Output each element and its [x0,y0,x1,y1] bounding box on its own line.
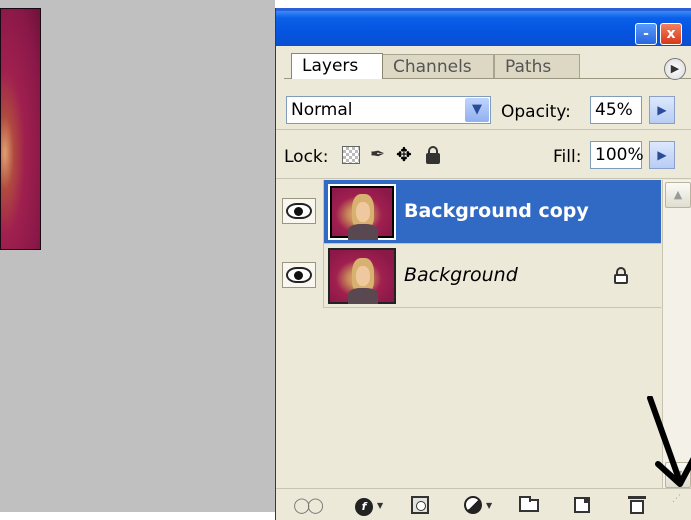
blend-mode-value: Normal [291,100,353,120]
tab-channels[interactable]: Channels [382,54,494,78]
visibility-toggle[interactable] [276,244,324,308]
visibility-toggle[interactable] [276,180,324,244]
new-layer-icon[interactable] [571,495,593,515]
close-button[interactable]: x [660,23,682,45]
opacity-slider-button[interactable]: ▶ [649,96,675,124]
add-layer-style-icon[interactable]: f [353,495,375,516]
add-layer-mask-icon[interactable] [409,495,431,515]
fill-slider-button[interactable]: ▶ [649,141,675,169]
minimize-button[interactable]: - [635,23,657,45]
layer-name[interactable]: Background copy [404,200,589,222]
lock-label: Lock: [284,147,329,167]
document-canvas-area[interactable] [0,0,275,520]
fill-label: Fill: [553,147,582,167]
new-group-icon[interactable] [518,495,540,515]
link-layers-icon[interactable]: ◯◯ [291,495,324,515]
layers-list[interactable]: Background copy Background [276,180,661,488]
fill-input[interactable]: 100% [590,141,644,169]
layers-bottom-toolbar: ◯◯ f ▼ ▼ ⋰ [276,488,691,520]
delete-layer-icon[interactable] [626,495,648,515]
layer-thumbnail[interactable] [328,184,396,240]
lock-row: Lock: ✒ ✥ Fill: 100% ▶ [276,131,691,179]
new-adjustment-layer-icon[interactable] [462,495,484,515]
tab-layers[interactable]: Layers [291,53,383,79]
lock-image-pixels-icon[interactable]: ✒ [370,146,388,164]
play-circle-icon: ▶ [670,62,680,75]
opacity-label: Opacity: [501,102,571,122]
document-image[interactable] [0,8,41,250]
panel-titlebar[interactable]: - x [276,8,691,46]
scroll-up-icon[interactable]: ▲ [665,182,691,208]
panel-tabstrip: Paths Channels Layers ▶ [276,46,691,90]
layer-name[interactable]: Background [404,264,518,286]
canvas-bottom-edge [0,512,275,520]
opacity-input[interactable]: 45% [590,96,642,124]
chevron-down-icon[interactable]: ▼ [465,98,489,122]
eye-icon[interactable] [286,267,312,283]
tab-paths[interactable]: Paths [494,54,580,78]
layer-row-background[interactable]: Background [276,244,661,308]
resize-grip-icon[interactable]: ⋰ [672,495,688,513]
panel-menu-button[interactable]: ▶ [664,58,686,80]
lock-transparent-pixels-icon[interactable] [342,146,360,164]
blend-row: Normal ▼ Opacity: 45% ▶ [276,90,691,130]
layer-locked-icon [613,267,629,285]
layers-panel-window: - x Paths Channels Layers ▶ Normal ▼ Opa… [275,8,691,520]
chevron-right-icon: ▶ [657,148,667,162]
layer-row-background-copy[interactable]: Background copy [276,180,661,244]
lock-position-icon[interactable]: ✥ [396,146,414,165]
lock-all-icon[interactable] [424,146,442,164]
chevron-right-icon: ▶ [657,103,667,117]
blend-mode-select[interactable]: Normal ▼ [286,96,491,124]
layer-thumbnail[interactable] [328,248,396,304]
eye-icon[interactable] [286,203,312,219]
hand-drawn-arrow-annotation [647,396,691,487]
